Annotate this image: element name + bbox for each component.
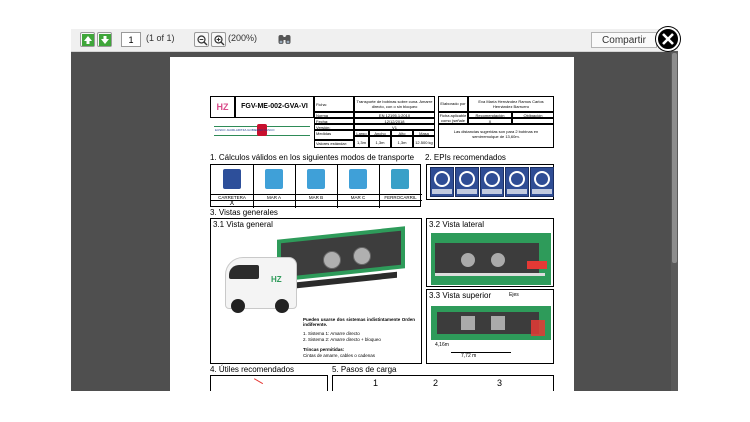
section-1-title: 1. Cálculos válidos en los siguientes mo…: [210, 153, 415, 162]
sistemas-text: Pueden usarse dos sistemas indistintamen…: [303, 317, 415, 327]
share-button[interactable]: Compartir: [591, 32, 657, 48]
elaborado-label: Elaborado por: [438, 96, 468, 112]
mode-ferrocarril: FERROCARRIL: [384, 195, 417, 200]
zoom-level: (200%): [228, 33, 258, 43]
utiles-panel: [210, 375, 328, 391]
document-page: HZ FGV-ME-002-GVA-VI Ficha: Transporte d…: [170, 57, 574, 391]
vista-lateral-panel: 3.2 Vista lateral: [426, 218, 554, 287]
goggles-icon: [455, 167, 479, 197]
page-number-input[interactable]: 1: [121, 32, 141, 47]
trincas-value: Cintas de amarre, cables o cadenas: [303, 353, 376, 358]
train-icon: [391, 169, 409, 189]
binoculars-button[interactable]: [277, 32, 292, 47]
masa-value: 12.500 kg: [413, 136, 435, 148]
ship-icon: [307, 169, 325, 189]
helmet-icon: [430, 167, 454, 197]
transport-modes-table: CARRETERA MAR A MAR B MAR C FERROCARRIL …: [210, 164, 422, 208]
page-count: (1 of 1): [146, 33, 175, 43]
valores-label: Valores estándar:: [314, 140, 354, 148]
ship-icon: [265, 169, 283, 189]
alto-value: 1,3m: [391, 136, 413, 148]
section-5-title: 5. Pasos de carga: [332, 365, 397, 374]
gobierno-vasco-logo: EUSKO JAURLARITZA GOBIERNO VASCO: [210, 118, 314, 148]
zoom-out-button[interactable]: [194, 32, 209, 47]
vista-superior-panel: 3.3 Vista superior Ejes 4,16m 7,72 m: [426, 289, 554, 364]
scrollbar-thumb[interactable]: [672, 53, 677, 263]
trincas-title: Trincas permitidas:: [303, 347, 345, 352]
pasos-panel: 1 2 3: [332, 375, 554, 391]
pdf-viewer: 1 (1 of 1) (200%) Compartir HZ FGV-ME-00…: [71, 29, 678, 391]
paso-1: 1: [373, 378, 379, 388]
close-button[interactable]: [656, 27, 680, 51]
vest-icon: [480, 167, 504, 197]
ejes-label: Ejes: [509, 292, 519, 298]
gov-label: EUSKO JAURLARITZA GOBIERNO VASCO: [215, 128, 275, 132]
ficha-label: Ficha:: [314, 96, 354, 112]
dim-4-16: 4,16m: [435, 342, 449, 348]
mode-mark: X: [229, 200, 235, 207]
medidas-label: Medidas: [314, 130, 354, 140]
elaborado-value: Eva María Hernández Ramos Carlos Hernánd…: [468, 96, 554, 112]
mode-mar-c: MAR C: [350, 195, 366, 200]
zoom-out-icon: [197, 35, 208, 46]
mode-mar-b: MAR B: [308, 195, 324, 200]
hz-logo: HZ: [210, 96, 235, 118]
ancho-value: 1,3m: [369, 136, 391, 148]
ship-icon: [349, 169, 367, 189]
next-page-button[interactable]: [97, 32, 112, 47]
binoculars-icon: [278, 35, 291, 44]
previous-page-button[interactable]: [80, 32, 95, 47]
section-3-title: 3. Vistas generales: [210, 208, 278, 217]
sistema-2: 2. Sistema 2: Amarre directo + bloqueo: [303, 337, 381, 342]
distancias-note: Las distancias sugeridas son para 2 bobi…: [438, 124, 554, 148]
vista-general-title: 3.1 Vista general: [213, 220, 273, 229]
paso-3: 3: [497, 378, 503, 388]
ficha-value: Transporte de bobinas sobre cuna. Amarre…: [354, 96, 435, 112]
document-header: HZ FGV-ME-002-GVA-VI Ficha: Transporte d…: [210, 96, 554, 150]
arrow-up-icon: [82, 34, 94, 46]
document-code: FGV-ME-002-GVA-VI: [235, 96, 314, 118]
mode-mar-a: MAR A: [266, 195, 281, 200]
largo-value: 1,3m: [354, 136, 369, 148]
vista-lateral-title: 3.2 Vista lateral: [429, 220, 484, 229]
section-4-title: 4. Útiles recomendados: [210, 365, 295, 374]
vista-superior-title: 3.3 Vista superior: [429, 291, 492, 300]
close-icon: [662, 33, 674, 45]
vista-general-panel: 3.1 Vista general HZ Pueden usarse dos s…: [210, 218, 422, 364]
truck-icon: [223, 169, 241, 189]
truck-brand: HZ: [271, 275, 282, 284]
paso-2: 2: [433, 378, 439, 388]
dim-7-72: 7,72 m: [461, 353, 477, 359]
zoom-in-button[interactable]: [211, 32, 226, 47]
arrow-down-icon: [99, 34, 111, 46]
boots-icon: [505, 167, 529, 197]
viewer-toolbar: 1 (1 of 1) (200%) Compartir: [71, 29, 678, 52]
aplicable-label: Ficha aplicable como (señale x): [438, 112, 468, 124]
section-2-title: 2. EPIs recomendados: [425, 153, 506, 162]
epis-panel: [426, 164, 554, 200]
gloves-icon: [530, 167, 554, 197]
sistema-1: 1. Sistema 1: Amarre directo: [303, 331, 360, 336]
vertical-scrollbar[interactable]: [671, 51, 678, 391]
zoom-in-icon: [214, 35, 225, 46]
